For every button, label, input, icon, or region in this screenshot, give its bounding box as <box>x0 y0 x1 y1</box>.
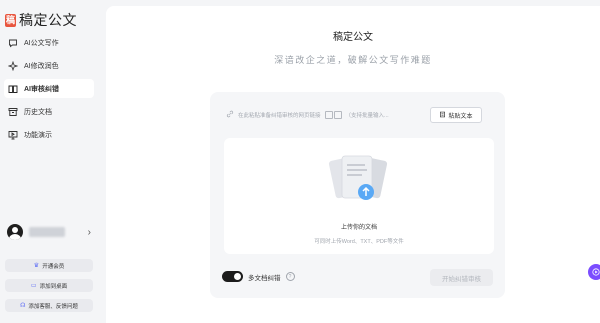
chat-icon <box>8 38 18 48</box>
user-name-blurred <box>29 227 65 237</box>
help-icon[interactable]: ? <box>285 272 295 281</box>
upload-title: 上传你的文档 <box>340 225 377 231</box>
paste-icon <box>439 111 446 120</box>
add-to-desktop-button[interactable]: ▭ 添加到桌面 <box>5 279 93 292</box>
upload-hint: 可同时上传Word、TXT、PDF等文件 <box>314 239 404 245</box>
paste-text-label: 粘贴文本 <box>448 113 473 120</box>
multi-doc-label: 多文档纠错 <box>248 274 281 282</box>
app-title: 稿定公文 <box>19 12 77 28</box>
sidebar-item-history[interactable]: 历史文档 <box>4 102 94 121</box>
add-to-desktop-label: 添加到桌面 <box>39 283 68 290</box>
monitor-icon: ▭ <box>30 283 37 289</box>
sidebar-item-ai-review[interactable]: AI审核纠错 <box>4 79 94 98</box>
sidebar-item-label: 功能演示 <box>24 131 52 139</box>
floating-play-button[interactable] <box>588 264 600 280</box>
app-logo[interactable]: 稿 稿定公文 <box>5 10 77 30</box>
link-input-hint: （支持批量输入... <box>345 112 389 119</box>
sidebar-nav: AI公文写作 AI修改润色 AI审核纠错 历史文档 功能演示 <box>4 33 94 148</box>
user-profile[interactable]: › <box>7 222 97 242</box>
avatar <box>7 224 23 240</box>
sidebar: 稿 稿定公文 AI公文写作 AI修改润色 AI审核纠错 历史文档 功能演示 › … <box>0 0 104 323</box>
page-title: 稿定公文 <box>333 32 373 43</box>
link-type-icons <box>324 110 342 119</box>
sidebar-item-label: AI审核纠错 <box>24 85 59 93</box>
presentation-icon <box>8 130 18 140</box>
logo-mark-icon: 稿 <box>5 13 16 27</box>
paste-text-button[interactable]: 粘贴文本 <box>430 107 482 123</box>
link-icon <box>226 110 234 120</box>
page-subtitle: 深谙改企之道，破解公文写作难题 <box>274 55 432 65</box>
sidebar-item-demo[interactable]: 功能演示 <box>4 125 94 144</box>
document-upload-icon <box>328 155 388 200</box>
sidebar-item-label: AI公文写作 <box>24 39 59 47</box>
sidebar-item-ai-polish[interactable]: AI修改润色 <box>4 56 94 75</box>
upgrade-membership-label: 开通会员 <box>42 263 65 270</box>
sidebar-item-label: 历史文档 <box>24 108 52 116</box>
book-icon <box>8 84 18 94</box>
upgrade-membership-button[interactable]: ♛ 开通会员 <box>5 259 93 272</box>
chevron-right-icon: › <box>87 226 91 238</box>
link-input-placeholder[interactable]: 在此粘贴准备纠错审核的网页链接 <box>238 111 321 119</box>
headset-icon: ☊ <box>20 303 26 309</box>
sidebar-item-label: AI修改润色 <box>24 62 59 70</box>
contact-support-label: 添加客服、反馈问题 <box>28 303 78 310</box>
start-review-button[interactable]: 开始纠错审核 <box>430 269 493 286</box>
sparkle-icon <box>8 60 18 71</box>
archive-icon <box>8 107 18 117</box>
multi-doc-toggle[interactable] <box>222 271 243 282</box>
play-icon <box>592 268 600 276</box>
crown-icon: ♛ <box>33 263 40 269</box>
contact-support-button[interactable]: ☊ 添加客服、反馈问题 <box>5 299 93 312</box>
multi-doc-toggle-row: 多文档纠错 ? <box>222 271 295 282</box>
sidebar-item-ai-writing[interactable]: AI公文写作 <box>4 33 94 52</box>
